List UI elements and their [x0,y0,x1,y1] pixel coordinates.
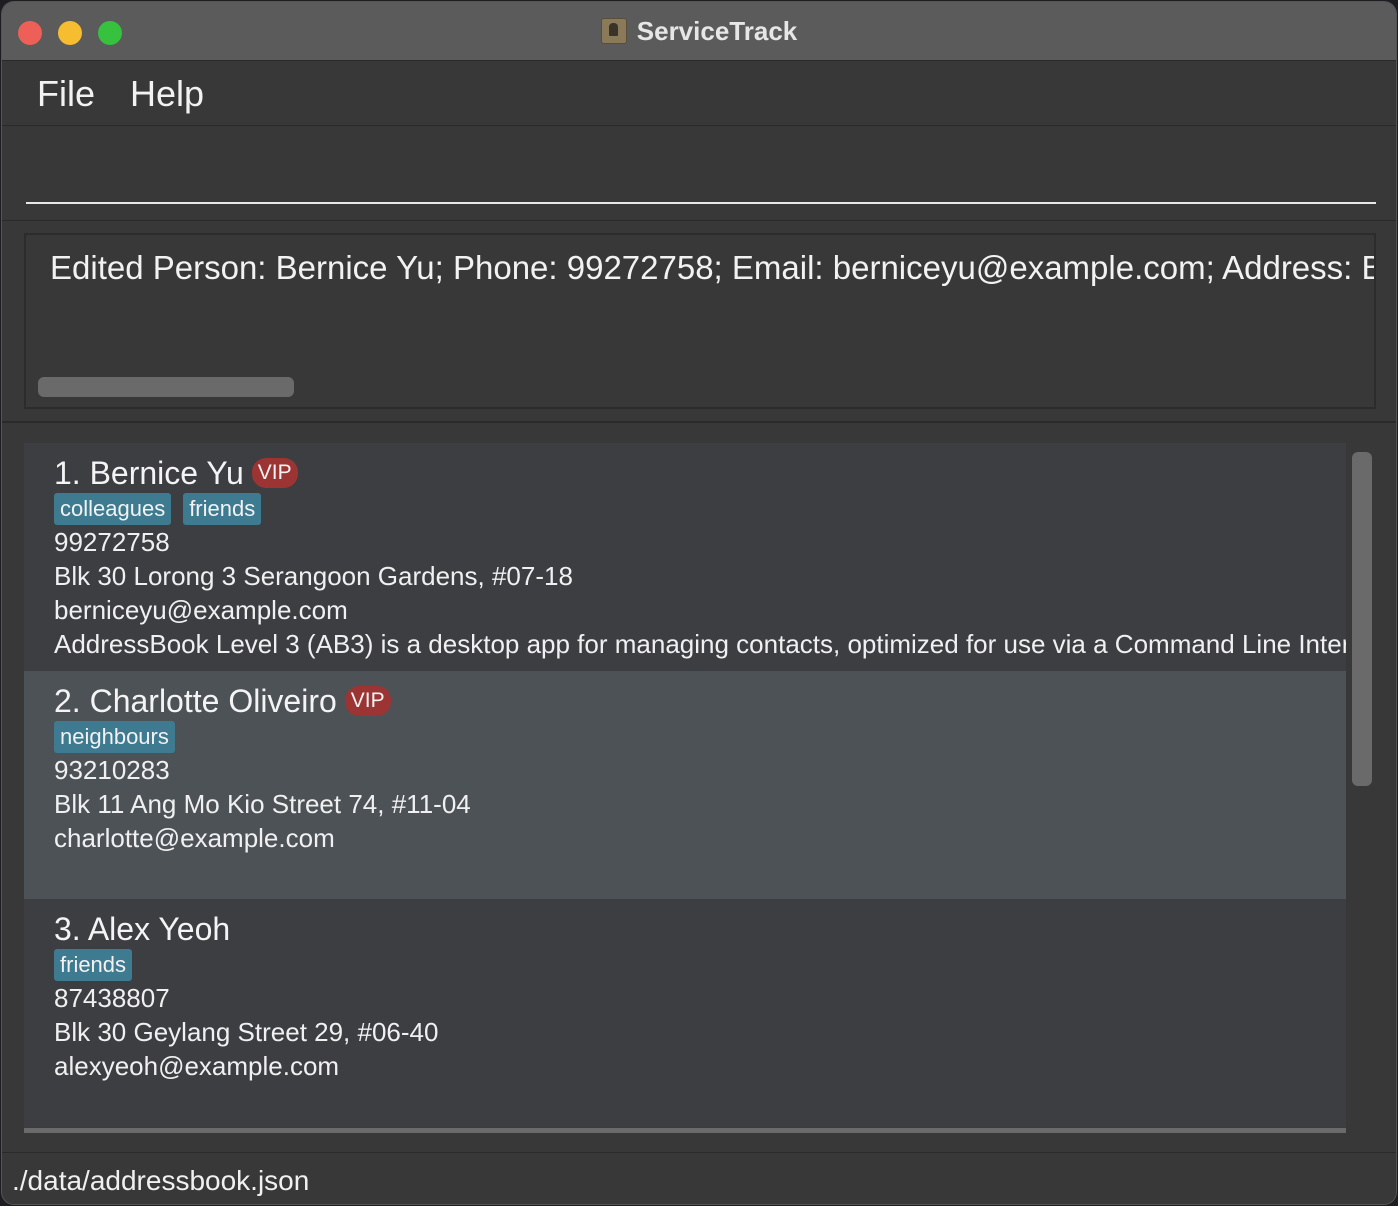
save-location: ./data/addressbook.json [12,1165,310,1196]
window-title: ServiceTrack [636,16,798,46]
tag: friends [183,493,262,525]
person-list[interactable]: 1. Bernice Yu VIP colleagues friends 99272… [24,443,1346,1131]
person-name: 1. Bernice Yu [54,455,244,491]
person-email: charlotte@example.com [54,823,335,853]
person-phone: 93210283 [54,755,170,785]
app-window: ServiceTrack File Help Edited Person: Be… [2,2,1396,1204]
person-card[interactable]: 1. Bernice Yu VIP colleagues friends 99272… [24,443,1346,671]
title-bar[interactable]: ServiceTrack [2,2,1396,61]
person-list-horizontal-scrollbar[interactable] [24,1128,1346,1133]
person-address: Blk 30 Geylang Street 29, #06-40 [54,1017,439,1047]
person-list-area: 1. Bernice Yu VIP colleagues friends 99272… [2,423,1396,1151]
menu-file[interactable]: File [37,73,95,115]
person-email: alexyeoh@example.com [54,1051,340,1081]
vip-badge: VIP [344,686,391,716]
person-name: 3. Alex Yeoh [54,911,231,947]
person-name-row: 1. Bernice Yu VIP [54,455,298,492]
person-name: 2. Charlotte Oliveiro [54,683,337,719]
tag: colleagues [54,493,172,525]
person-list-vertical-scrollbar[interactable] [1352,452,1372,786]
result-display[interactable]: Edited Person: Bernice Yu; Phone: 992727… [24,233,1376,409]
person-card[interactable]: 3. Alex Yeoh friends 87438807 Blk 30 Gey… [24,899,1346,1127]
person-name-row: 2. Charlotte Oliveiro VIP [54,683,391,720]
tag-list: colleagues friends [54,493,273,525]
command-input[interactable] [26,150,1376,204]
tag-list: friends [54,949,144,981]
tag: friends [54,949,133,981]
result-display-area: Edited Person: Bernice Yu; Phone: 992727… [2,221,1396,423]
address-book-icon [600,18,627,44]
person-name-row: 3. Alex Yeoh [54,911,230,948]
result-message: Edited Person: Bernice Yu; Phone: 992727… [50,249,1376,286]
menu-help[interactable]: Help [130,73,204,115]
vip-badge: VIP [251,458,298,488]
menu-bar: File Help [2,61,1396,126]
person-description: AddressBook Level 3 (AB3) is a desktop a… [54,629,1346,659]
person-phone: 99272758 [54,527,170,557]
command-box [2,126,1396,221]
person-address: Blk 11 Ang Mo Kio Street 74, #11-04 [54,789,471,819]
person-address: Blk 30 Lorong 3 Serangoon Gardens, #07-1… [54,561,573,591]
person-email: berniceyu@example.com [54,595,348,625]
tag-list: neighbours [54,721,187,753]
person-card-selected[interactable]: 2. Charlotte Oliveiro VIP neighbours 9321… [24,671,1346,899]
result-horizontal-scrollbar[interactable] [38,377,294,397]
status-bar: ./data/addressbook.json [2,1152,1396,1204]
person-phone: 87438807 [54,983,170,1013]
tag: neighbours [54,721,175,753]
window-title-container: ServiceTrack [2,16,1396,47]
